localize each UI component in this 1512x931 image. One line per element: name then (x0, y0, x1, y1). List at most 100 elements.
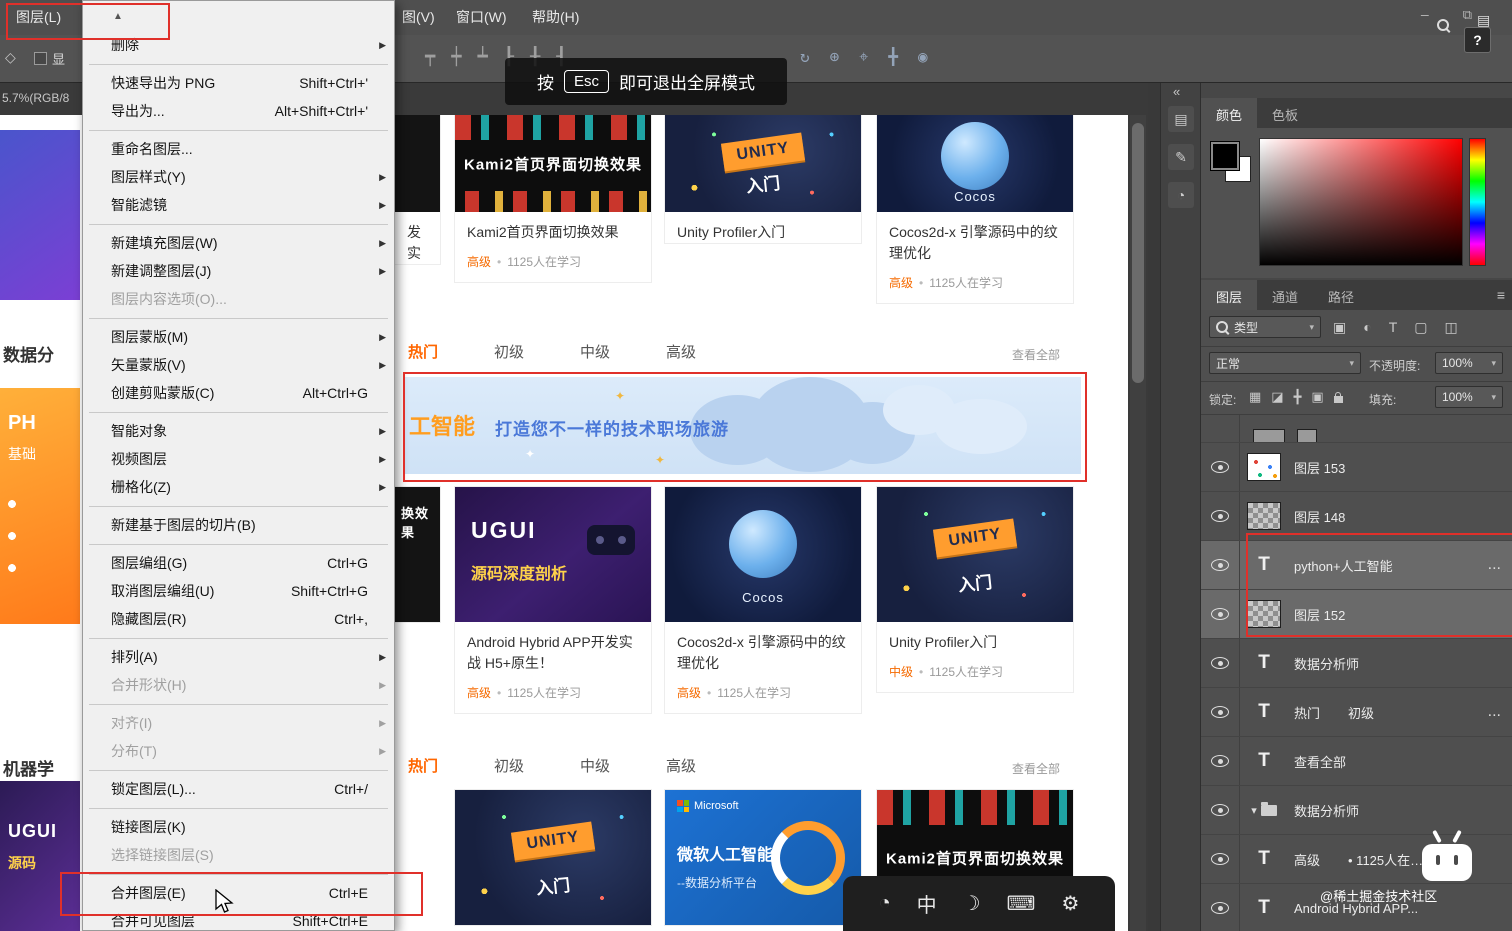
align-bottom-icon[interactable]: ┷ (478, 47, 488, 67)
visibility-cell[interactable] (1201, 884, 1240, 931)
visibility-eye-icon[interactable] (1211, 461, 1229, 473)
menu-item[interactable]: 合并可见图层 Shift+Ctrl+E (83, 907, 394, 930)
tab-color[interactable]: 颜色 (1201, 98, 1258, 128)
menu-item[interactable]: 重命名图层... (83, 135, 394, 163)
menu-item[interactable]: 锁定图层(L)... Ctrl+/ (83, 775, 394, 803)
menu-item[interactable]: 隐藏图层(R) Ctrl+, (83, 605, 394, 633)
visibility-eye-icon[interactable] (1211, 510, 1229, 522)
layer-row[interactable]: Tpython+人工智能... (1201, 541, 1512, 590)
tab-0[interactable]: 热门 (408, 341, 438, 362)
visibility-cell[interactable] (1201, 835, 1240, 883)
menu-item[interactable]: 矢量蒙版(V) ▶ (83, 351, 394, 379)
visibility-cell[interactable] (1201, 786, 1240, 834)
menu-item[interactable]: 智能滤镜 ▶ (83, 191, 394, 219)
layer-row[interactable]: T 热门 初级... (1201, 688, 1512, 737)
menu-item[interactable]: 图层编组(G) Ctrl+G (83, 549, 394, 577)
menu-item[interactable]: 智能对象 ▶ (83, 417, 394, 445)
minimize-icon[interactable]: — (1421, 8, 1429, 23)
pixel-filter-icon[interactable]: ▣ (1333, 319, 1346, 336)
menu-item[interactable]: 链接图层(K) (83, 813, 394, 841)
align-top-icon[interactable]: ┯ (425, 47, 435, 67)
opacity-dropdown[interactable]: 100% ▾ (1435, 352, 1503, 374)
pan-3d-icon[interactable]: ⌖ (859, 47, 868, 67)
view-all-link[interactable]: 查看全部 (1012, 346, 1060, 363)
menu-item[interactable]: 快速导出为 PNG Shift+Ctrl+' (83, 69, 394, 97)
menu-item[interactable]: 新建填充图层(W) ▶ (83, 229, 394, 257)
orbit-3d-icon[interactable]: ↻ (800, 47, 810, 67)
align-vcenter-icon[interactable]: ┿ (451, 47, 461, 67)
type-filter-icon[interactable]: T (1389, 319, 1398, 336)
restore-icon[interactable]: ⧉ (1463, 8, 1472, 23)
history-panel-icon[interactable]: ▤ (1168, 106, 1194, 132)
tab-paths[interactable]: 路径 (1313, 280, 1369, 310)
menubar-item[interactable]: 图层(L) (12, 0, 65, 35)
course-card[interactable]: 换效果 (395, 487, 440, 622)
course-card[interactable]: Cocos Cocos2d-x 引擎源码中的纹理优化 高级 • 1125人在学习 (665, 487, 861, 713)
panel-menu-icon[interactable]: ≡ (1497, 287, 1505, 303)
tab-1[interactable]: 初级 (494, 341, 524, 362)
layer-row[interactable]: 图层 152 (1201, 590, 1512, 639)
visibility-eye-icon[interactable] (1211, 755, 1229, 767)
course-card[interactable]: 发实 (395, 115, 440, 264)
layer-row[interactable]: ▾ 数据分析师 (1201, 786, 1512, 835)
punctuation-icon[interactable]: ☽ (963, 891, 981, 916)
course-card[interactable]: UNITY 入门 Unity Profiler入门 中级 • 1125人在学习 (877, 487, 1073, 692)
course-card[interactable]: Cocos Cocos2d-x 引擎源码中的纹理优化 高级 • 1125人在学习 (877, 115, 1073, 303)
menu-item[interactable]: 视频图层 ▶ (83, 445, 394, 473)
course-card[interactable]: UNITY 入门 Unity Profiler入门 (665, 115, 861, 243)
ai-banner[interactable]: 工智能 打造您不一样的技术职场旅游 (405, 377, 1081, 474)
visibility-eye-icon[interactable] (1211, 902, 1229, 914)
scrollbar-thumb[interactable] (1132, 123, 1144, 383)
group-expand-caret[interactable]: ▾ (1251, 804, 1257, 817)
tab-layers[interactable]: 图层 (1201, 280, 1258, 310)
adjustment-filter-icon[interactable]: ◐ (1363, 319, 1371, 336)
tool-preset-icon[interactable]: ◇ (5, 49, 16, 66)
lock-all-icon[interactable] (1333, 391, 1343, 403)
menubar-item[interactable]: 图(V) (398, 0, 439, 35)
menubar-item[interactable]: 窗口(W) (452, 0, 511, 35)
menu-item[interactable]: 排列(A) ▶ (83, 643, 394, 671)
chinese-input-icon[interactable]: 中 (917, 889, 937, 918)
properties-panel-icon[interactable]: ✎ (1168, 144, 1194, 170)
course-card[interactable]: UNITY 入门 (455, 790, 651, 925)
tab-3[interactable]: 高级 (666, 341, 696, 362)
lock-artboard-icon[interactable]: ▣ (1311, 389, 1323, 405)
visibility-cell[interactable] (1201, 541, 1240, 589)
menu-scroll-up[interactable]: ▲ (83, 1, 394, 31)
help-button[interactable]: ? (1464, 27, 1491, 53)
lock-position-icon[interactable]: ╋ (1294, 389, 1302, 405)
blend-mode-dropdown[interactable]: 正常 ▾ (1209, 352, 1361, 374)
visibility-eye-icon[interactable] (1211, 657, 1229, 669)
tab-0[interactable]: 热门 (408, 755, 438, 776)
layer-row[interactable]: T 查看全部 (1201, 737, 1512, 786)
menu-item[interactable]: 导出为... Alt+Shift+Ctrl+' (83, 97, 394, 125)
search-icon[interactable] (1437, 18, 1449, 36)
visibility-eye-icon[interactable] (1211, 706, 1229, 718)
saturation-brightness-field[interactable] (1259, 138, 1463, 266)
slide-3d-icon[interactable]: ╋ (888, 47, 898, 67)
course-card[interactable]: Microsoft 微软人工智能 --数据分析平台 (665, 790, 861, 925)
shape-filter-icon[interactable]: ▢ (1414, 319, 1427, 336)
visibility-eye-icon[interactable] (1211, 804, 1229, 816)
visibility-cell[interactable] (1201, 443, 1240, 491)
visibility-eye-icon[interactable] (1211, 853, 1229, 865)
roll-3d-icon[interactable]: ⊕ (830, 47, 840, 67)
visibility-cell[interactable] (1201, 492, 1240, 540)
menu-item[interactable]: 新建基于图层的切片(B) (83, 511, 394, 539)
tab-swatches[interactable]: 色板 (1257, 98, 1313, 128)
course-card[interactable]: UGUI 源码深度剖析 Android Hybrid APP开发实战 H5+原生！高… (455, 487, 651, 713)
visibility-eye-icon[interactable] (1211, 559, 1229, 571)
smart-object-filter-icon[interactable]: ◫ (1445, 319, 1458, 336)
menu-item[interactable]: 合并图层(E) Ctrl+E (83, 879, 394, 907)
visibility-cell[interactable] (1201, 590, 1240, 638)
layer-row[interactable]: T 数据分析师 (1201, 639, 1512, 688)
info-panel-icon[interactable]: ◔ (1168, 182, 1194, 208)
layer-row[interactable]: 图层 148 (1201, 492, 1512, 541)
visibility-cell[interactable] (1201, 639, 1240, 687)
menu-item[interactable]: 图层蒙版(M) ▶ (83, 323, 394, 351)
menu-item[interactable]: 图层样式(Y) ▶ (83, 163, 394, 191)
menu-item[interactable]: 新建调整图层(J) ▶ (83, 257, 394, 285)
tab-channels[interactable]: 通道 (1257, 280, 1313, 310)
menu-item[interactable]: 创建剪贴蒙版(C) Alt+Ctrl+G (83, 379, 394, 407)
course-card[interactable]: Kami2首页界面切换效果 Kami2首页界面切换效果 高级 • 1125人在学习 (455, 115, 651, 282)
